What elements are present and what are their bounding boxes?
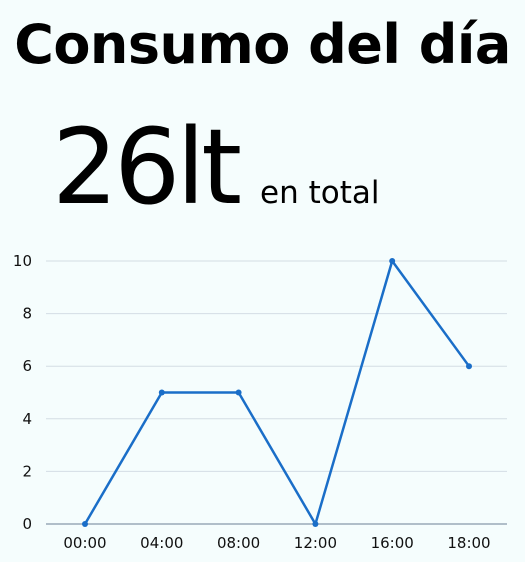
- total-value: 26lt: [52, 106, 242, 228]
- y-tick-label: 10: [13, 252, 32, 270]
- data-point[interactable]: [235, 389, 242, 396]
- data-point[interactable]: [389, 258, 396, 264]
- y-tick-label: 8: [22, 305, 32, 323]
- y-tick-label: 2: [22, 462, 32, 480]
- y-tick-label: 4: [22, 410, 32, 428]
- data-point[interactable]: [466, 363, 472, 370]
- data-point[interactable]: [158, 389, 165, 396]
- data-point[interactable]: [312, 521, 319, 527]
- page-title: Consumo del día: [14, 13, 511, 76]
- x-tick-label: 04:00: [140, 534, 183, 552]
- y-tick-label: 0: [22, 515, 32, 533]
- page: Consumo del día 26lt en total 0 2 4 6 8 10 00:…: [0, 0, 525, 562]
- grid-layer: [46, 260, 507, 472]
- series-line: [83, 259, 471, 526]
- consumption-line-chart: 0 2 4 6 8 10 00:00 04:00 08:00 12:00 16:00 18:00: [13, 252, 507, 552]
- series-layer: [82, 258, 472, 527]
- x-tick-label: 12:00: [294, 534, 337, 552]
- total-suffix: en total: [260, 175, 380, 211]
- x-tick-label: 18:00: [447, 534, 490, 552]
- data-point[interactable]: [82, 521, 88, 527]
- daily-total: 26lt en total: [52, 112, 379, 222]
- x-tick-label: 16:00: [371, 534, 414, 552]
- y-tick-label: 6: [22, 357, 32, 375]
- x-tick-label: 00:00: [63, 534, 106, 552]
- x-tick-label: 08:00: [217, 534, 260, 552]
